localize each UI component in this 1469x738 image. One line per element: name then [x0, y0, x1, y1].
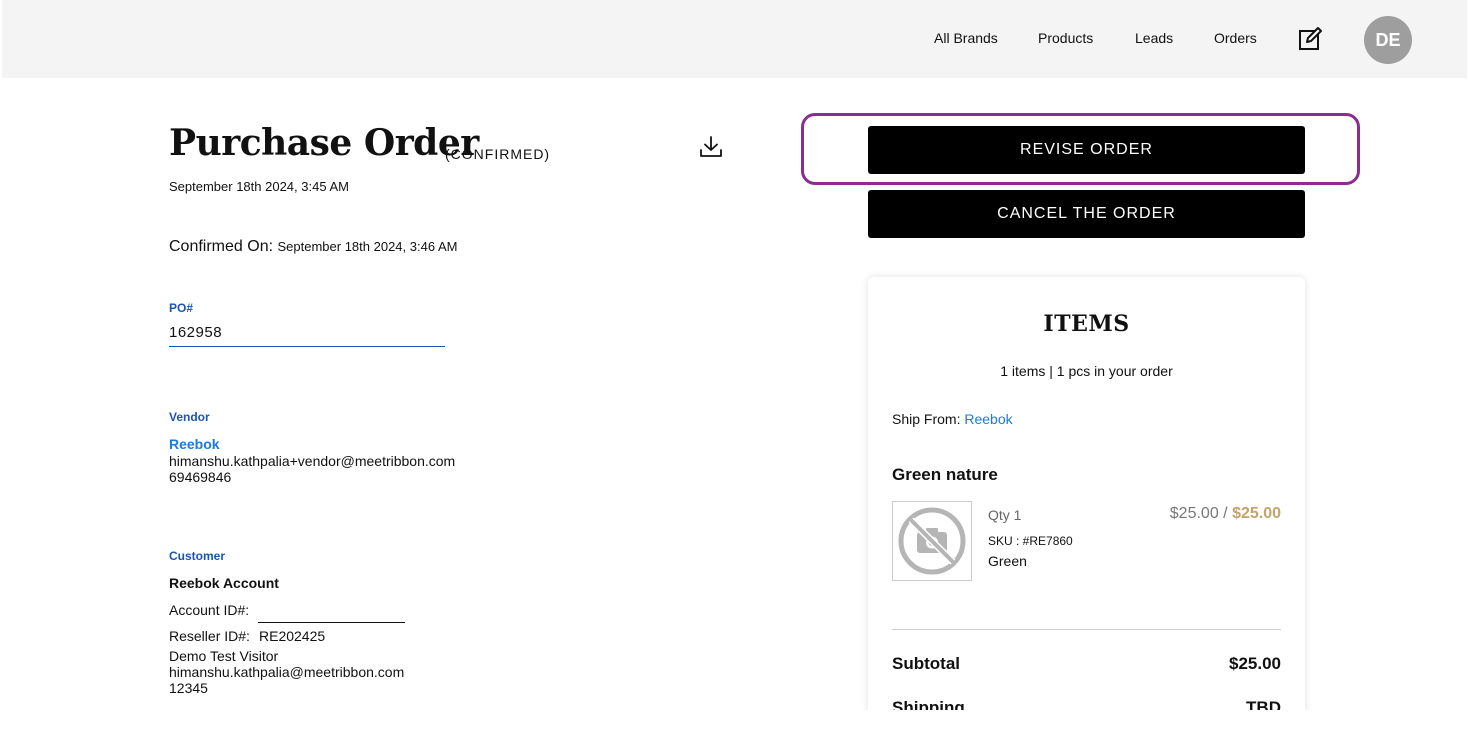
ship-from-label: Ship From: [892, 411, 961, 427]
vendor-email: himanshu.kathpalia+vendor@meetribbon.com [169, 453, 456, 469]
vendor-label: Vendor [169, 410, 210, 424]
product-color: Green [988, 553, 1027, 569]
vendor-phone: 69469846 [169, 469, 232, 485]
customer-email: himanshu.kathpalia@meetribbon.com [169, 664, 405, 680]
page: All Brands Products Leads Orders DE Purc… [2, 0, 1467, 710]
download-icon[interactable] [698, 134, 724, 160]
price-separator: / [1218, 505, 1233, 522]
order-created-date: September 18th 2024, 3:45 AM [169, 179, 349, 194]
nav-leads[interactable]: Leads [1135, 30, 1173, 46]
page-title: Purchase Order [169, 122, 479, 164]
customer-account-name: Reebok Account [169, 575, 279, 591]
customer-phone: 12345 [169, 680, 208, 696]
subtotal-label: Subtotal [892, 654, 960, 673]
customer-label: Customer [169, 549, 226, 563]
unit-price: $25.00 [1169, 505, 1219, 522]
vendor-name-link[interactable]: Reebok [169, 436, 220, 452]
confirmed-on-label: Confirmed On: [169, 238, 274, 255]
shipping-value: TBD [1246, 698, 1281, 710]
product-qty: Qty 1 [988, 507, 1022, 523]
total-price: $25.00 [1232, 505, 1281, 522]
nav-orders[interactable]: Orders [1214, 30, 1257, 46]
summary-divider [892, 629, 1281, 630]
nav-all-brands[interactable]: All Brands [934, 30, 998, 46]
subtotal-value: $25.00 [1229, 654, 1281, 673]
nav-products[interactable]: Products [1038, 30, 1093, 46]
confirmed-on: Confirmed On: September 18th 2024, 3:46 … [169, 238, 457, 256]
revise-order-button[interactable]: REVISE ORDER [868, 126, 1305, 174]
top-navbar: All Brands Products Leads Orders DE [2, 0, 1467, 78]
no-image-icon [898, 507, 966, 575]
account-id-label: Account ID#: [169, 602, 250, 618]
po-number-label: PO# [169, 301, 194, 315]
order-status: (CONFIRMED) [445, 146, 551, 162]
product-price: $25.00 / $25.00 [1170, 505, 1281, 523]
product-thumbnail[interactable] [892, 501, 972, 581]
items-card: ITEMS 1 items | 1 pcs in your order Ship… [868, 277, 1305, 710]
reseller-id-value: RE202425 [259, 628, 326, 644]
shipping-label: Shipping [892, 698, 965, 710]
ship-from-link[interactable]: Reebok [964, 411, 1012, 427]
edit-icon[interactable] [1297, 26, 1323, 52]
avatar[interactable]: DE [1364, 16, 1412, 64]
account-id-field [258, 622, 405, 623]
items-title: ITEMS [1043, 311, 1130, 337]
bottom-strip [0, 710, 1469, 738]
cancel-order-button[interactable]: CANCEL THE ORDER [868, 190, 1305, 238]
product-sku: SKU : #RE7860 [988, 534, 1073, 548]
product-name: Green nature [892, 465, 998, 484]
po-number-input[interactable] [169, 318, 445, 347]
reseller-id-label: Reseller ID#: [169, 628, 250, 644]
items-summary: 1 items | 1 pcs in your order [1000, 363, 1173, 379]
confirmed-on-date: September 18th 2024, 3:46 AM [277, 239, 458, 254]
customer-contact-name: Demo Test Visitor [169, 648, 279, 664]
ship-from: Ship From: Reebok [892, 411, 1013, 427]
